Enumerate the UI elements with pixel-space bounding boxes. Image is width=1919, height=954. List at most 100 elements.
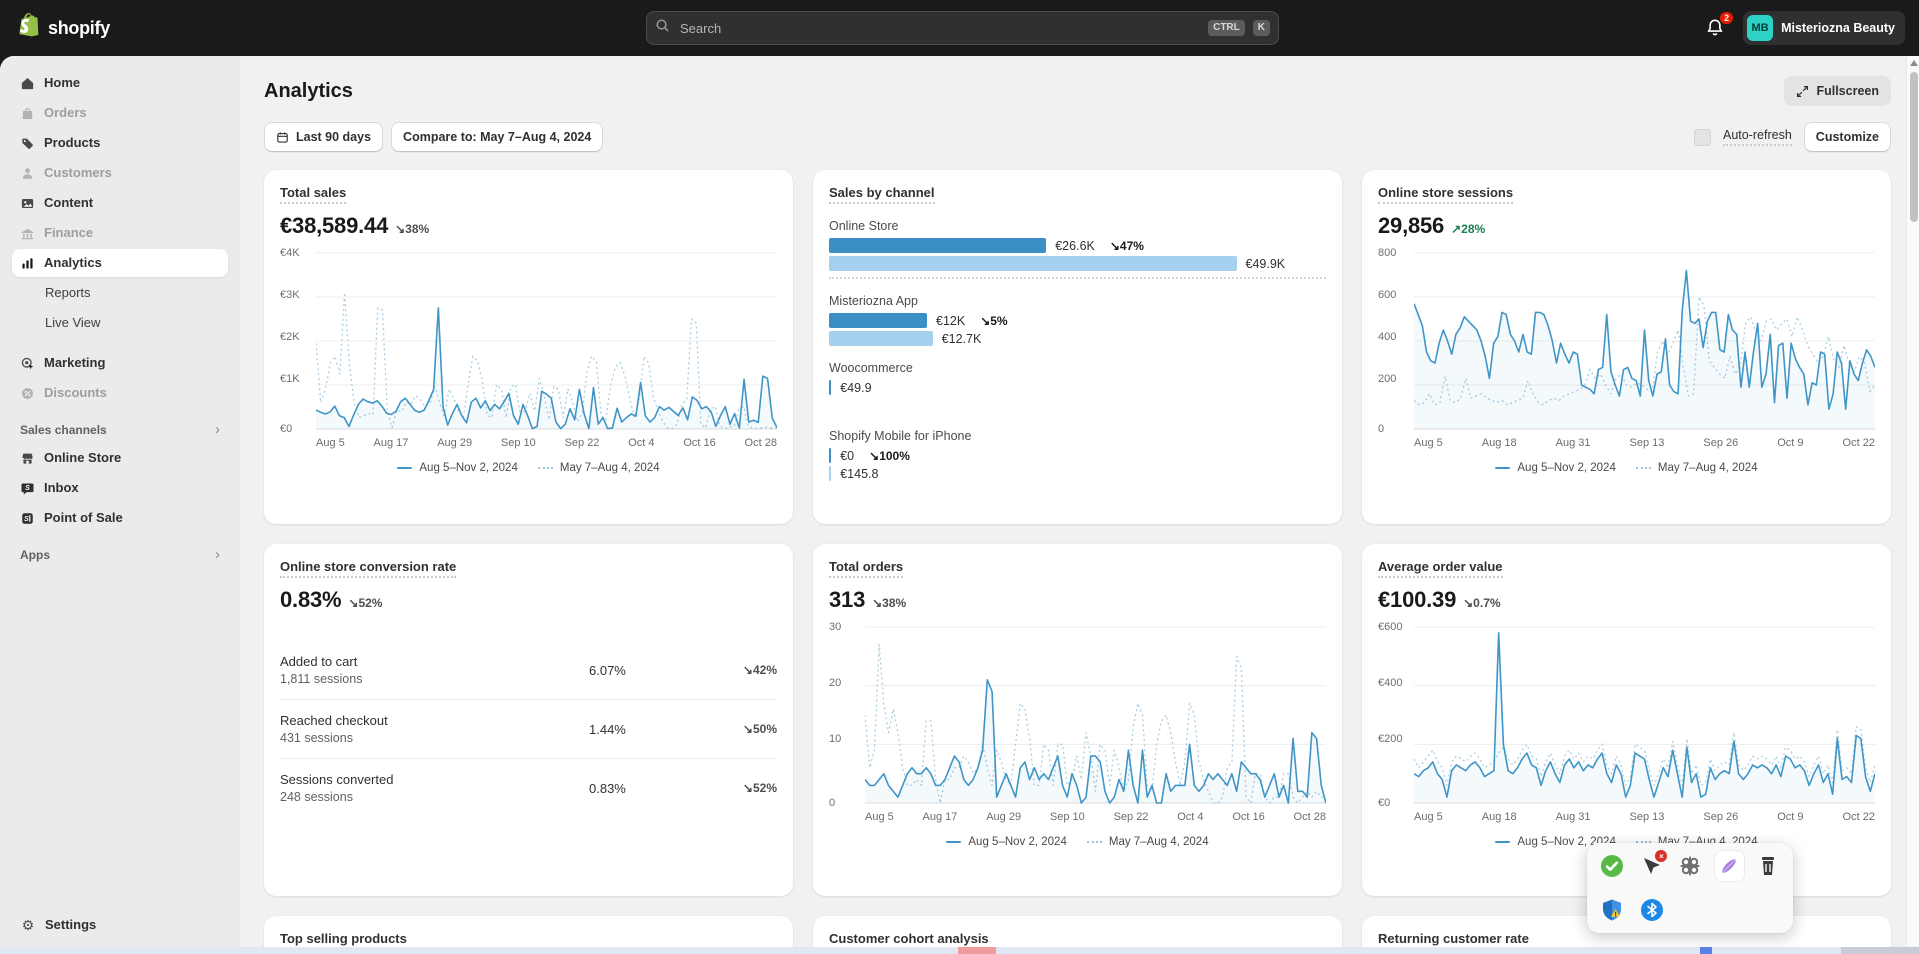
legend-solid-swatch bbox=[946, 841, 961, 843]
sessions-delta: ↗28% bbox=[1451, 222, 1485, 236]
shortcut-ctrl-key: CTRL bbox=[1208, 20, 1245, 36]
browser-extensions-panel: × bbox=[1587, 843, 1793, 933]
extension-cursor-icon[interactable]: × bbox=[1638, 853, 1663, 879]
extension-trash-icon[interactable] bbox=[1756, 853, 1781, 879]
sidebar-item-online-store[interactable]: Online Store bbox=[12, 444, 228, 472]
account-menu[interactable]: MB Misteriozna Beauty bbox=[1743, 11, 1905, 45]
date-range-button[interactable]: Last 90 days bbox=[264, 122, 383, 152]
chart-legend: Aug 5–Nov 2, 2024 May 7–Aug 4, 2024 bbox=[829, 836, 1326, 848]
channel-bar-compare[interactable] bbox=[829, 256, 1237, 271]
scrollbar-thumb[interactable] bbox=[1910, 72, 1918, 222]
shopify-wordmark: shopify bbox=[48, 18, 110, 39]
channel-row: Misteriozna App €12K↘5% €12.7K bbox=[829, 294, 1326, 346]
sidebar-item-content[interactable]: Content bbox=[12, 189, 228, 217]
extension-bluetooth-icon[interactable] bbox=[1639, 897, 1665, 923]
channel-bar-current[interactable] bbox=[829, 238, 1046, 253]
channel-bar-compare[interactable] bbox=[829, 331, 933, 346]
chevron-right-icon: › bbox=[215, 547, 220, 562]
extension-shield-icon[interactable] bbox=[1599, 897, 1625, 923]
products-icon bbox=[20, 136, 35, 151]
sidebar-item-marketing[interactable]: Marketing bbox=[12, 349, 228, 377]
extension-feather-icon[interactable] bbox=[1714, 850, 1745, 882]
y-axis-labels: 3020100 bbox=[829, 626, 865, 804]
sidebar-item-orders[interactable]: Orders bbox=[12, 99, 228, 127]
channel-bar-current[interactable] bbox=[829, 380, 831, 395]
inbox-icon: S bbox=[20, 481, 35, 496]
chart-legend: Aug 5–Nov 2, 2024 May 7–Aug 4, 2024 bbox=[280, 462, 777, 474]
average-order-value-value: €100.39 bbox=[1378, 587, 1456, 613]
sales-by-channel-card: Sales by channel Online Store €26.6K↘47%… bbox=[813, 170, 1342, 524]
auto-refresh-label: Auto-refresh bbox=[1723, 128, 1792, 146]
apps-header[interactable]: Apps › bbox=[12, 543, 228, 566]
y-axis-labels: €4K€3K€2K€1K€0 bbox=[280, 252, 316, 430]
conversion-rate-value: 0.83% bbox=[280, 587, 341, 613]
sidebar-item-settings[interactable]: ⚙ Settings bbox=[12, 911, 228, 939]
channel-bar-current[interactable] bbox=[829, 313, 927, 328]
window-scrollbar[interactable] bbox=[1906, 56, 1919, 947]
orders-icon bbox=[20, 106, 35, 121]
strip-blue-segment bbox=[1700, 947, 1712, 954]
fullscreen-button[interactable]: Fullscreen bbox=[1784, 76, 1891, 106]
customize-button[interactable]: Customize bbox=[1804, 122, 1891, 152]
channel-bar-compare[interactable] bbox=[829, 466, 831, 481]
shopify-logo[interactable]: shopify bbox=[16, 12, 240, 45]
funnel-row-reached-checkout: Reached checkout431 sessions 1.44% ↘50% bbox=[280, 699, 777, 758]
legend-solid-swatch bbox=[1495, 467, 1510, 469]
extension-check-icon[interactable] bbox=[1599, 853, 1624, 879]
notifications-button[interactable]: 2 bbox=[1705, 17, 1727, 39]
sidebar-item-products[interactable]: Products bbox=[12, 129, 228, 157]
legend-solid-swatch bbox=[397, 467, 412, 469]
search-input[interactable] bbox=[678, 20, 1200, 37]
finance-icon bbox=[20, 226, 35, 241]
total-sales-card: Total sales €38,589.44 ↘38% €4K€3K€2K€1K… bbox=[264, 170, 793, 524]
conversion-rate-card: Online store conversion rate 0.83% ↘52% … bbox=[264, 544, 793, 896]
content-icon bbox=[20, 196, 35, 211]
chart-legend: Aug 5–Nov 2, 2024 May 7–Aug 4, 2024 bbox=[1378, 462, 1875, 474]
total-sales-value: €38,589.44 bbox=[280, 213, 388, 239]
total-sales-title[interactable]: Total sales bbox=[280, 185, 346, 204]
sidebar-item-customers[interactable]: Customers bbox=[12, 159, 228, 187]
total-orders-delta: ↘38% bbox=[872, 596, 906, 610]
sales-by-channel-title[interactable]: Sales by channel bbox=[829, 185, 935, 204]
sidebar-item-discounts[interactable]: Discounts bbox=[12, 379, 228, 407]
axis-rule bbox=[829, 277, 1326, 279]
sidebar-item-live-view[interactable]: Live View bbox=[12, 309, 228, 337]
sidebar-item-inbox[interactable]: S Inbox bbox=[12, 474, 228, 502]
sales-channels-header[interactable]: Sales channels › bbox=[12, 418, 228, 441]
total-orders-chart[interactable] bbox=[865, 626, 1326, 804]
sidebar-item-analytics[interactable]: Analytics bbox=[12, 249, 228, 277]
sessions-value: 29,856 bbox=[1378, 213, 1444, 239]
legend-dotted-swatch bbox=[538, 467, 553, 469]
sidebar-item-finance[interactable]: Finance bbox=[12, 219, 228, 247]
sidebar-item-point-of-sale[interactable]: S Point of Sale bbox=[12, 504, 228, 532]
x-axis-labels: Aug 5Aug 17Aug 29Sep 10Sep 22Oct 4Oct 16… bbox=[316, 437, 777, 449]
sidebar-item-reports[interactable]: Reports bbox=[12, 279, 228, 307]
compare-button[interactable]: Compare to: May 7–Aug 4, 2024 bbox=[391, 122, 603, 152]
sidebar-item-home[interactable]: Home bbox=[12, 69, 228, 97]
svg-text:S: S bbox=[24, 515, 29, 522]
average-order-value-title[interactable]: Average order value bbox=[1378, 559, 1503, 578]
channel-bar-current[interactable] bbox=[829, 448, 831, 463]
conversion-rate-title[interactable]: Online store conversion rate bbox=[280, 559, 456, 578]
gear-icon: ⚙ bbox=[20, 918, 36, 932]
auto-refresh-checkbox[interactable] bbox=[1694, 129, 1711, 146]
fullscreen-icon bbox=[1796, 85, 1809, 98]
total-orders-title[interactable]: Total orders bbox=[829, 559, 903, 578]
chevron-right-icon: › bbox=[215, 422, 220, 437]
channel-row: Shopify Mobile for iPhone €0↘100% €145.8 bbox=[829, 429, 1326, 481]
sessions-title[interactable]: Online store sessions bbox=[1378, 185, 1513, 204]
legend-dotted-swatch bbox=[1636, 467, 1651, 469]
point-of-sale-icon: S bbox=[20, 511, 35, 526]
average-order-value-chart[interactable] bbox=[1414, 626, 1875, 804]
channel-row: Woocommerce €49.9 bbox=[829, 361, 1326, 395]
total-sales-chart[interactable] bbox=[316, 252, 777, 430]
scrollbar-up-arrow[interactable] bbox=[1910, 60, 1918, 66]
sessions-chart[interactable] bbox=[1414, 252, 1875, 430]
store-name: Misteriozna Beauty bbox=[1781, 21, 1895, 35]
shortcut-k-key: K bbox=[1253, 20, 1270, 36]
notification-count-badge: 2 bbox=[1720, 12, 1733, 24]
legend-solid-swatch bbox=[1495, 841, 1510, 843]
extension-error-badge: × bbox=[1655, 850, 1667, 862]
search-bar[interactable]: CTRL K bbox=[646, 11, 1279, 45]
extension-clover-icon[interactable] bbox=[1677, 853, 1702, 879]
